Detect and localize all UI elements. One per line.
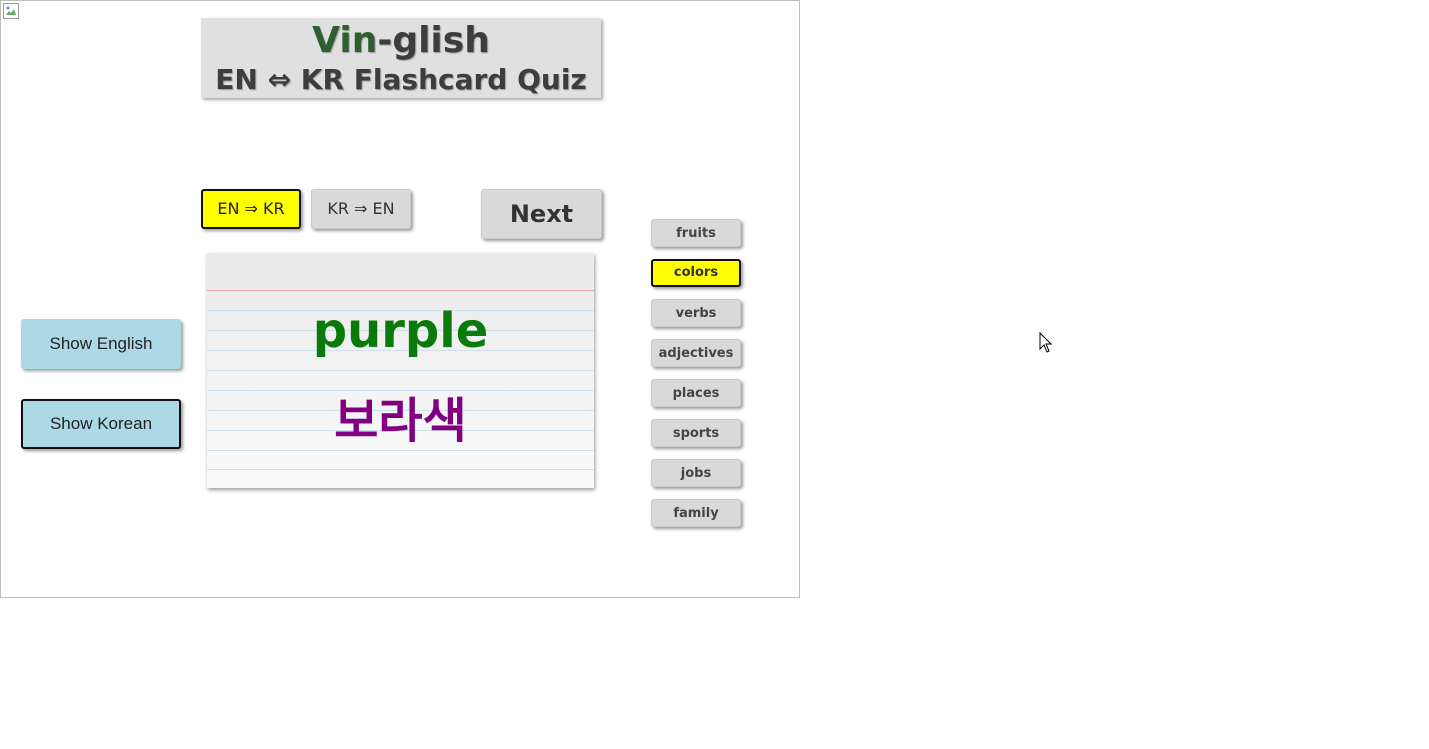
mode-en-to-kr-button[interactable]: EN ⇒ KR [201, 189, 301, 229]
app-title-banner: Vin-glish EN ⇔ KR Flashcard Quiz [201, 18, 601, 98]
next-button[interactable]: Next [481, 189, 602, 239]
show-english-button[interactable]: Show English [21, 319, 181, 369]
mouse-pointer-icon [1039, 332, 1053, 353]
app-frame: Vin-glish EN ⇔ KR Flashcard Quiz EN ⇒ KR… [0, 0, 800, 598]
app-title-highlight: Vin [312, 20, 378, 61]
korean-word: 보라색 [334, 393, 467, 449]
mode-kr-to-en-button[interactable]: KR ⇒ EN [311, 189, 411, 229]
english-word: purple [312, 303, 489, 359]
category-colors-button[interactable]: colors [651, 259, 741, 287]
app-title-rest: -glish [377, 20, 490, 61]
category-jobs-button[interactable]: jobs [651, 459, 741, 487]
card-rule-line [207, 370, 594, 371]
category-family-button[interactable]: family [651, 499, 741, 527]
flashcard: purple 보라색 [207, 253, 594, 488]
card-margin-line [207, 290, 594, 291]
category-places-button[interactable]: places [651, 379, 741, 407]
app-title: Vin-glish [201, 20, 601, 62]
category-sports-button[interactable]: sports [651, 419, 741, 447]
category-fruits-button[interactable]: fruits [651, 219, 741, 247]
category-adjectives-button[interactable]: adjectives [651, 339, 741, 367]
broken-image-icon [3, 3, 19, 19]
show-korean-button[interactable]: Show Korean [21, 399, 181, 449]
card-rule-line [207, 390, 594, 391]
category-verbs-button[interactable]: verbs [651, 299, 741, 327]
card-rule-line [207, 469, 594, 470]
card-rule-line [207, 450, 594, 451]
app-subtitle: EN ⇔ KR Flashcard Quiz [215, 63, 587, 96]
